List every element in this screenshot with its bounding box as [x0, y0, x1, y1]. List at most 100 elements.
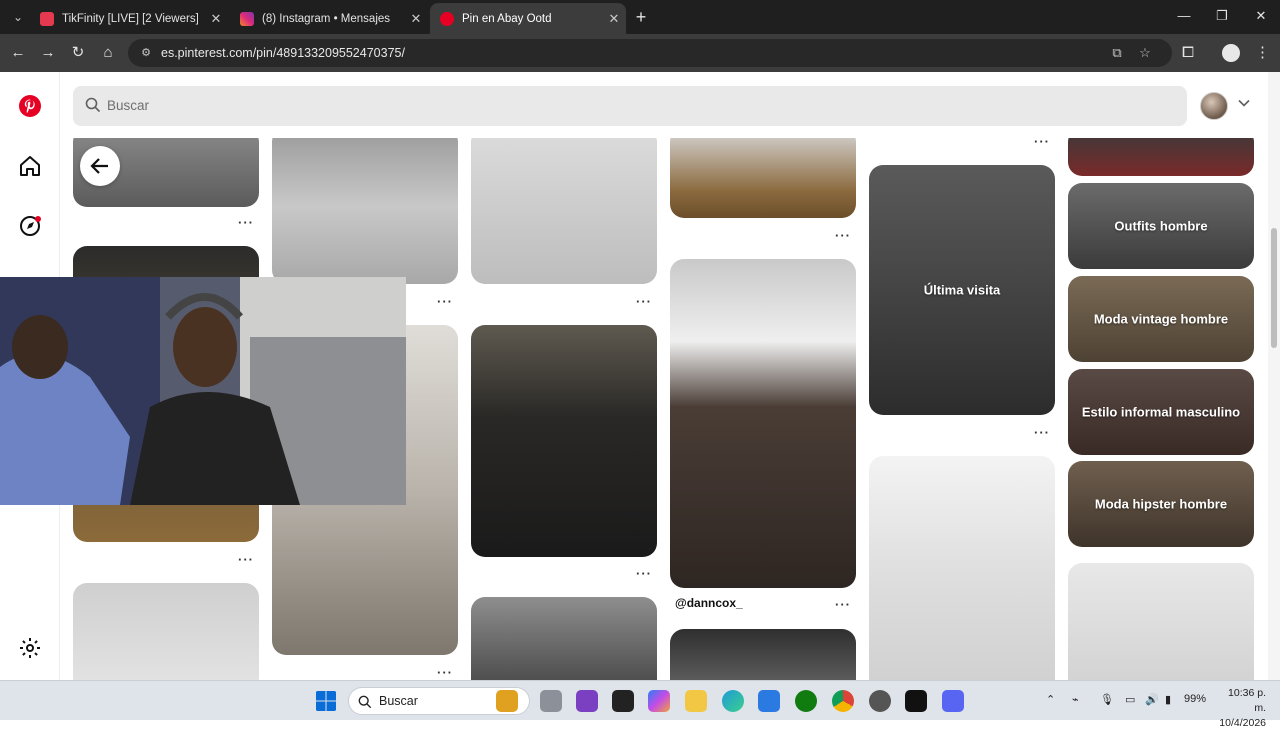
more-options-icon[interactable]: ···	[437, 294, 453, 309]
pin-image[interactable]	[73, 583, 259, 680]
tab-tikfinity[interactable]: TikFinity [LIVE] [2 Viewers] ✕	[30, 3, 228, 34]
app-icon[interactable]	[869, 690, 891, 712]
display-icon[interactable]: ▭	[1125, 693, 1135, 706]
tab-title: TikFinity [LIVE] [2 Viewers]	[62, 12, 199, 25]
chrome-icon[interactable]	[832, 690, 854, 712]
tab-search-icon[interactable]: ⌄	[8, 7, 28, 27]
windows-start-icon[interactable]	[315, 690, 337, 712]
pinterest-header: Buscar	[60, 72, 1268, 138]
profile-icon[interactable]	[1222, 44, 1240, 62]
pinterest-logo-icon[interactable]	[18, 94, 42, 118]
capcut-icon[interactable]	[612, 690, 634, 712]
close-window-icon[interactable]: ✕	[1251, 8, 1271, 24]
pin-image[interactable]	[670, 629, 856, 680]
webcam-overlay	[0, 277, 406, 505]
avatar[interactable]	[1200, 92, 1228, 120]
more-options-icon[interactable]: ···	[1034, 138, 1050, 149]
board-suggestion[interactable]: Moda hipster hombre	[1068, 461, 1254, 547]
board-suggestion[interactable]: Outfits hombre	[1068, 183, 1254, 269]
back-icon[interactable]: ←	[8, 43, 28, 63]
instagram-icon	[240, 11, 254, 26]
board-label: Moda vintage hombre	[1093, 311, 1229, 327]
search-input[interactable]: Buscar	[73, 86, 1187, 126]
home-icon[interactable]	[18, 154, 42, 178]
more-options-icon[interactable]: ···	[636, 294, 652, 309]
store-icon[interactable]	[758, 690, 780, 712]
more-options-icon[interactable]: ···	[238, 215, 254, 230]
tab-instagram[interactable]: (8) Instagram • Mensajes ✕	[230, 3, 428, 34]
webcam-video	[0, 277, 406, 505]
arrow-left-icon	[90, 158, 108, 174]
pin-image[interactable]	[272, 138, 458, 284]
close-tab-icon[interactable]: ✕	[602, 11, 626, 27]
pin-author[interactable]: @danncox_	[675, 596, 743, 610]
more-options-icon[interactable]: ···	[1034, 425, 1050, 440]
network-icon[interactable]: ⌁	[1072, 693, 1079, 706]
battery-icon[interactable]: ▮	[1165, 693, 1171, 706]
widgets-icon[interactable]	[496, 690, 518, 712]
board-suggestion[interactable]: Estilo informal masculino	[1068, 369, 1254, 455]
pin-image[interactable]	[670, 138, 856, 218]
tikfinity-icon	[40, 11, 54, 26]
close-tab-icon[interactable]: ✕	[204, 11, 228, 27]
url-text: es.pinterest.com/pin/489133209552470375/	[161, 46, 405, 60]
volume-icon[interactable]: 🔊	[1145, 693, 1159, 706]
copilot-icon[interactable]	[648, 690, 670, 712]
board-label: Estilo informal masculino	[1081, 404, 1241, 420]
restore-icon[interactable]: ❐	[1212, 8, 1232, 24]
taskbar-search-label: Buscar	[379, 694, 418, 708]
file-explorer-icon[interactable]	[685, 690, 707, 712]
tiktok-icon[interactable]	[905, 690, 927, 712]
back-button[interactable]	[80, 146, 120, 186]
address-bar[interactable]: ⚙ es.pinterest.com/pin/48913320955247037…	[128, 39, 1172, 67]
explore-icon[interactable]	[18, 214, 42, 238]
board-suggestion[interactable]: Moda vintage hombre	[1068, 276, 1254, 362]
board-label: Moda hipster hombre	[1094, 496, 1228, 512]
tab-pinterest[interactable]: Pin en Abay Ootd ✕	[430, 3, 626, 34]
install-app-icon[interactable]: ⧉	[1108, 45, 1126, 61]
more-options-icon[interactable]: ···	[238, 552, 254, 567]
more-options-icon[interactable]: ···	[835, 597, 851, 612]
pin-image[interactable]	[869, 456, 1055, 680]
app-icon[interactable]	[576, 690, 598, 712]
forward-icon[interactable]: →	[38, 43, 58, 63]
pin-image[interactable]	[471, 597, 657, 680]
show-hidden-icons-icon[interactable]: ⌃	[1046, 693, 1055, 706]
more-options-icon[interactable]: ···	[636, 566, 652, 581]
pin-image[interactable]	[471, 325, 657, 557]
edge-icon[interactable]	[722, 690, 744, 712]
site-info-icon[interactable]: ⚙	[138, 45, 154, 61]
last-visit-pin[interactable]: Última visita	[869, 165, 1055, 415]
browser-menu-icon[interactable]: ⋮	[1255, 43, 1270, 61]
more-options-icon[interactable]: ···	[835, 228, 851, 243]
browser-tab-bar: ⌄ TikFinity [LIVE] [2 Viewers] ✕ (8) Ins…	[0, 0, 1280, 34]
browser-toolbar: ← → ↻ ⌂ ⚙ es.pinterest.com/pin/489133209…	[0, 34, 1280, 72]
scroll-thumb[interactable]	[1271, 228, 1277, 348]
battery-percentage: 99%	[1184, 693, 1207, 705]
search-placeholder: Buscar	[107, 98, 150, 113]
pin-image[interactable]	[1068, 563, 1254, 680]
settings-icon[interactable]	[18, 636, 42, 660]
minimize-icon[interactable]: —	[1174, 8, 1194, 23]
close-tab-icon[interactable]: ✕	[404, 11, 428, 27]
clock-date: 10/4/2026	[1219, 717, 1266, 729]
page-scrollbar[interactable]	[1268, 72, 1280, 680]
more-options-icon[interactable]: ···	[437, 665, 453, 680]
task-view-icon[interactable]	[540, 690, 562, 712]
extensions-icon[interactable]: ⧠	[1178, 43, 1198, 63]
system-clock[interactable]: 10:36 p. m. 10/4/2026	[1214, 686, 1266, 731]
reload-icon[interactable]: ↻	[68, 43, 88, 63]
home-icon[interactable]: ⌂	[98, 43, 118, 63]
new-tab-icon[interactable]: +	[632, 8, 650, 26]
chevron-down-icon[interactable]	[1238, 98, 1250, 108]
tab-title: Pin en Abay Ootd	[462, 12, 552, 25]
pin-image[interactable]	[670, 259, 856, 588]
discord-icon[interactable]	[942, 690, 964, 712]
xbox-icon[interactable]	[795, 690, 817, 712]
bookmark-star-icon[interactable]: ☆	[1136, 45, 1154, 61]
pin-image[interactable]	[1068, 138, 1254, 176]
search-icon	[358, 695, 372, 709]
microphone-icon[interactable]: 🎙	[1100, 693, 1114, 706]
board-label: Outfits hombre	[1114, 218, 1208, 234]
pin-image[interactable]	[471, 138, 657, 284]
